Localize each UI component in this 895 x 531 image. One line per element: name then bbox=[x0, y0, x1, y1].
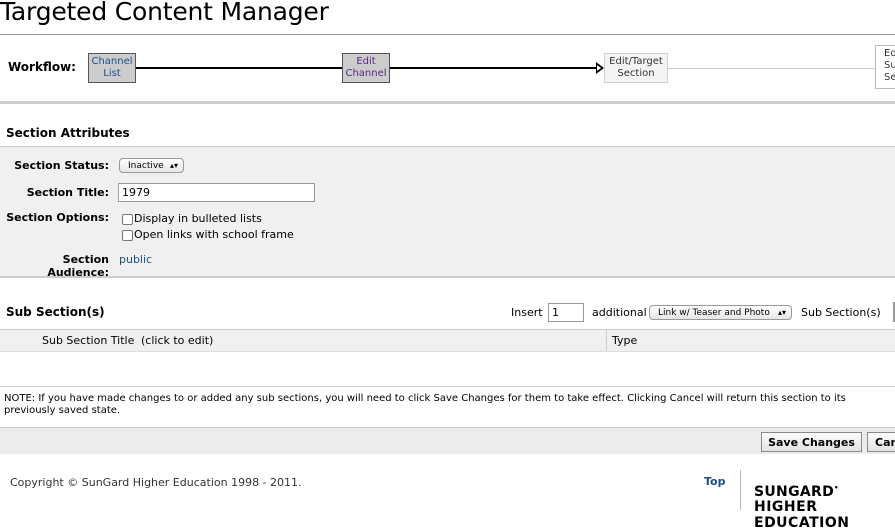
bulleted-lists-label: Display in bulleted lists bbox=[134, 212, 262, 225]
sub-sections-heading: Sub Section(s) bbox=[6, 305, 105, 319]
cancel-button[interactable]: Cancel bbox=[867, 432, 895, 452]
workflow-connector bbox=[668, 68, 875, 69]
footer-divider bbox=[740, 470, 741, 510]
workflow-connector bbox=[136, 67, 342, 69]
sub-sections-suffix-label: Sub Section(s) bbox=[801, 306, 881, 319]
save-changes-button[interactable]: Save Changes bbox=[761, 432, 862, 452]
column-sub-section-title: Sub Section Title bbox=[42, 334, 135, 347]
workflow-connector bbox=[390, 67, 598, 69]
page-title: Targeted Content Manager bbox=[0, 0, 329, 26]
section-title-label: Section Title: bbox=[26, 186, 109, 199]
footer-copyright: Copyright © SunGard Higher Education 199… bbox=[10, 476, 302, 489]
section-title-input[interactable]: 1979 bbox=[118, 183, 315, 202]
column-divider bbox=[606, 330, 607, 351]
workflow-step-edit-target-section: Edit/Target Section bbox=[604, 53, 668, 83]
section-options-label: Section Options: bbox=[6, 211, 109, 224]
section-audience-link[interactable]: public bbox=[119, 253, 152, 266]
additional-label: additional bbox=[592, 306, 647, 319]
section-attributes-panel: Section Status: Inactive ▴▾ Section Titl… bbox=[0, 146, 895, 279]
section-status-value: Inactive bbox=[128, 161, 164, 171]
bulleted-lists-checkbox[interactable] bbox=[122, 214, 133, 225]
select-arrows-icon: ▴▾ bbox=[777, 308, 786, 317]
section-status-label: Section Status: bbox=[14, 159, 109, 172]
school-frame-label: Open links with school frame bbox=[134, 228, 294, 241]
workflow-step-edit-sub-section: Edit Sub Section bbox=[875, 45, 895, 89]
sub-sections-table-header: Sub Section Title (click to edit) Type bbox=[0, 329, 895, 352]
insert-label: Insert bbox=[511, 306, 543, 319]
button-bar: Save Changes Cancel bbox=[0, 427, 895, 454]
section-attributes-heading: Section Attributes bbox=[6, 126, 130, 140]
sungard-logo-subtitle: HIGHER EDUCATION bbox=[754, 499, 850, 531]
workflow-step-channel-list[interactable]: Channel List bbox=[88, 53, 136, 83]
select-arrows-icon: ▴▾ bbox=[169, 161, 178, 170]
save-note: NOTE: If you have made changes to or add… bbox=[4, 393, 846, 416]
insert-count-input[interactable]: 1 bbox=[548, 303, 584, 322]
sungard-logo: SUNGARD• bbox=[754, 484, 839, 500]
section-status-select[interactable]: Inactive ▴▾ bbox=[119, 158, 184, 173]
workflow-step-edit-channel[interactable]: Edit Channel bbox=[342, 53, 390, 83]
sub-section-type-value: Link w/ Teaser and Photo bbox=[658, 308, 770, 318]
section-audience-label: Section Audience: bbox=[47, 253, 109, 279]
workflow-label: Workflow: bbox=[8, 60, 76, 74]
workflow-bar: Workflow: Channel List Edit Channel Edit… bbox=[0, 34, 895, 104]
sub-section-type-select[interactable]: Link w/ Teaser and Photo ▴▾ bbox=[649, 305, 792, 320]
sub-sections-table-bottom bbox=[0, 386, 895, 387]
column-click-to-edit-hint: (click to edit) bbox=[141, 334, 214, 347]
column-type: Type bbox=[612, 334, 638, 347]
workflow-arrow-inner bbox=[597, 65, 601, 71]
top-link[interactable]: Top bbox=[704, 475, 725, 488]
school-frame-checkbox[interactable] bbox=[122, 230, 133, 241]
